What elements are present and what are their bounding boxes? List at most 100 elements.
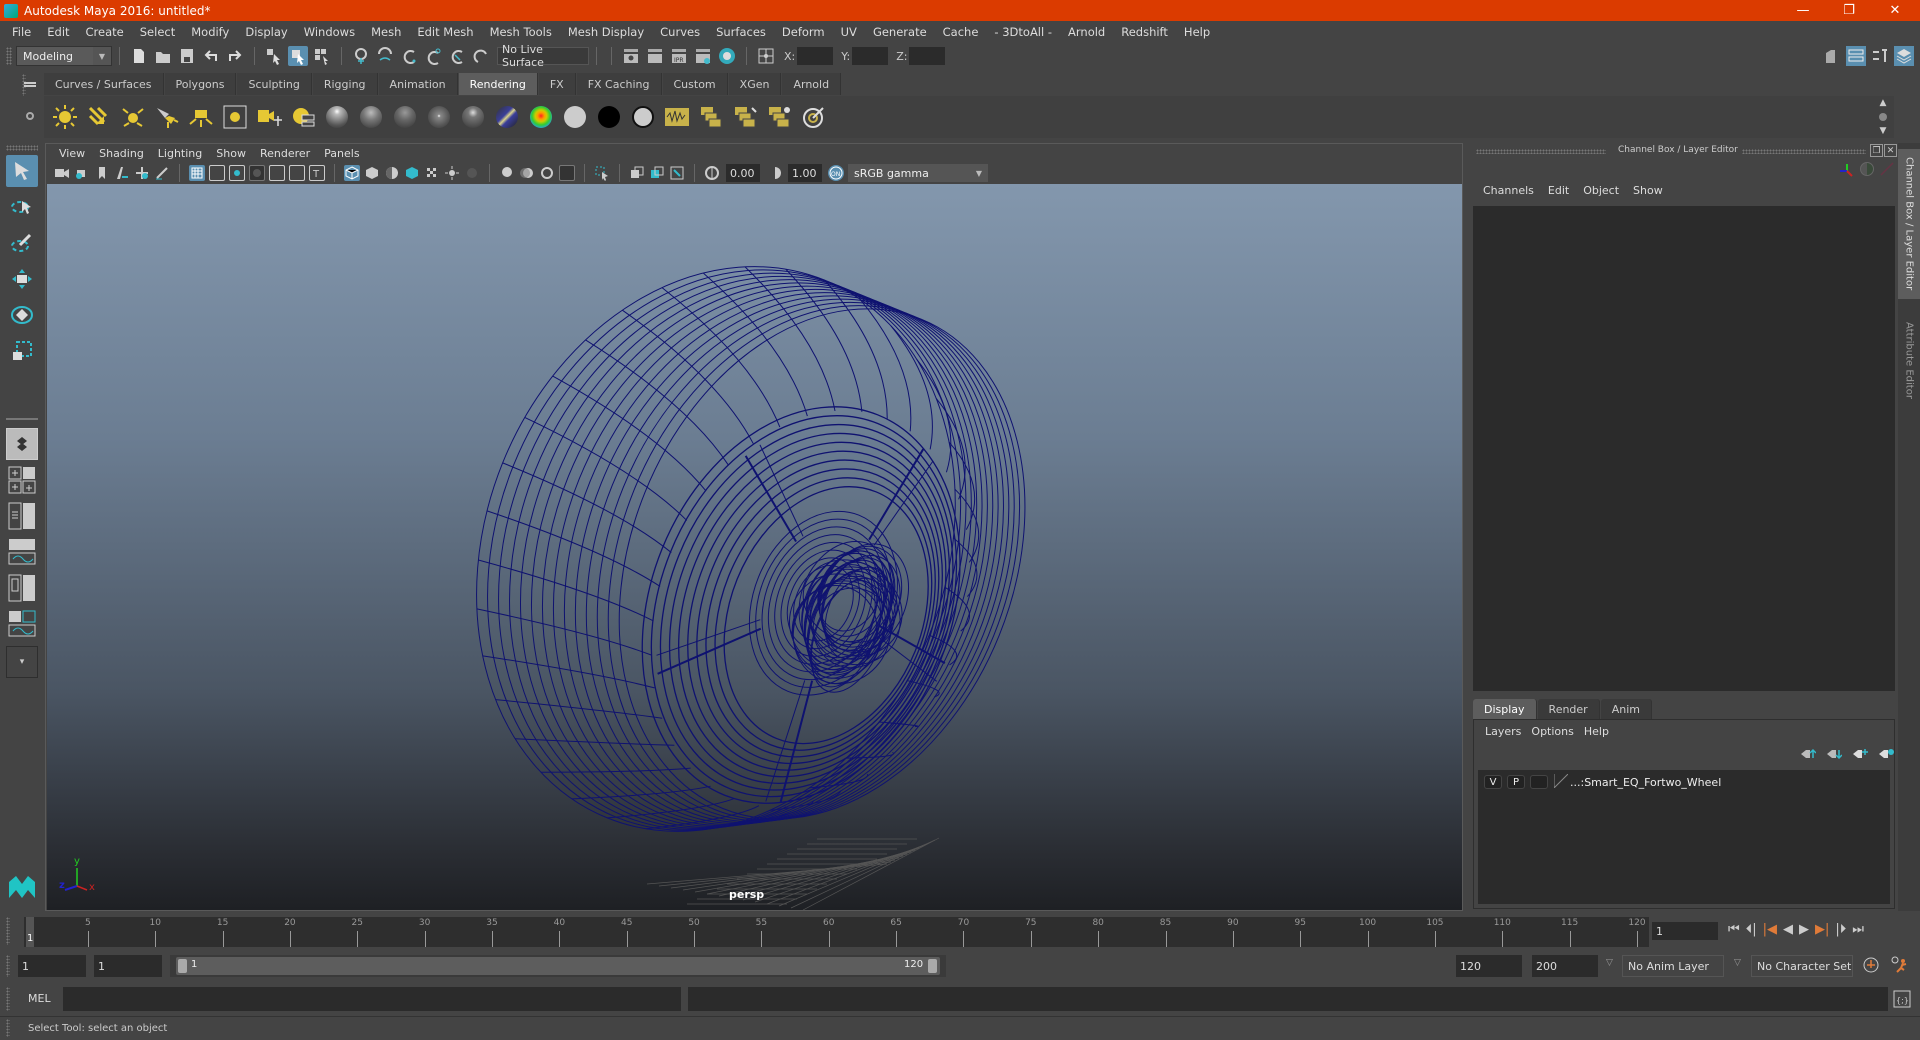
render-current-frame-icon[interactable] [645, 46, 665, 66]
menu-select[interactable]: Select [132, 25, 183, 39]
close-button[interactable]: ✕ [1872, 0, 1918, 21]
shelf-scroll[interactable]: ▲ ▼ [1876, 98, 1890, 136]
snap-to-projected-center-icon[interactable] [423, 46, 443, 66]
hypershade-persp-layout-icon[interactable] [6, 572, 38, 604]
new-scene-icon[interactable] [129, 46, 149, 66]
grid-toggle-icon[interactable] [189, 165, 205, 181]
default-material-icon[interactable] [384, 165, 400, 181]
redo-icon[interactable] [225, 46, 245, 66]
bookmark-icon[interactable] [94, 165, 110, 181]
menu-generate[interactable]: Generate [865, 25, 935, 39]
shelf-tab-animation[interactable]: Animation [378, 73, 458, 95]
step-forward-key-icon[interactable]: |⏵ [1835, 922, 1846, 937]
playback-start-field[interactable]: 1 [94, 955, 162, 977]
render-settings-icon[interactable] [693, 46, 713, 66]
grease-pencil-icon[interactable] [154, 165, 170, 181]
menu-display[interactable]: Display [237, 25, 295, 39]
snap-to-view-plane-icon[interactable] [447, 46, 467, 66]
ramp-shader-icon[interactable] [493, 102, 521, 132]
use-background-icon[interactable] [629, 102, 657, 132]
modeling-toolkit-icon[interactable] [1846, 46, 1866, 66]
shelf-options-icon[interactable] [26, 112, 34, 120]
create-camera-icon[interactable] [289, 102, 317, 132]
shelf-tab-sculpting[interactable]: Sculpting [237, 73, 312, 95]
layer-tab-anim[interactable]: Anim [1600, 699, 1652, 719]
shelf-tab-fx-caching[interactable]: FX Caching [576, 73, 662, 95]
edit-menu[interactable]: Edit [1541, 184, 1576, 197]
chevron-down-icon[interactable]: ▽ [1606, 958, 1613, 968]
x-field[interactable] [797, 47, 834, 65]
spot-light-icon[interactable] [153, 102, 181, 132]
input-line-mode-icon[interactable] [756, 46, 776, 66]
open-scene-icon[interactable] [153, 46, 173, 66]
render-layer-icon[interactable] [697, 102, 725, 132]
menu-mesh[interactable]: Mesh [363, 25, 409, 39]
menu-uv[interactable]: UV [833, 25, 865, 39]
time-slider-track[interactable]: 5 10 15 20 25 30 35 40 45 50 55 60 65 70 75 80 85 90 95 100… [24, 917, 1649, 947]
viewport-menu-shading[interactable]: Shading [92, 147, 151, 160]
step-back-key-icon[interactable]: ⏴| [1746, 922, 1757, 937]
shadows-icon[interactable] [464, 165, 480, 181]
exposure-field[interactable]: 0.00 [726, 164, 760, 182]
select-by-hierarchy-icon[interactable] [264, 46, 284, 66]
xray-joints-icon[interactable] [669, 165, 685, 181]
layer-playback-toggle[interactable]: P [1507, 775, 1525, 789]
script-editor-icon[interactable]: {;} [1892, 988, 1912, 1013]
phong-sphere-icon[interactable] [391, 102, 419, 132]
ipr-layer-icon[interactable] [765, 102, 793, 132]
snap-to-point-icon[interactable] [399, 46, 419, 66]
scale-tool-icon[interactable] [6, 335, 38, 367]
hypershade-icon[interactable] [717, 46, 737, 66]
close-panel-icon[interactable]: ✕ [1884, 144, 1897, 157]
select-by-object-icon[interactable] [288, 46, 308, 66]
color-management-toggle-icon[interactable]: ON [828, 165, 844, 181]
camera-attributes-icon[interactable] [74, 165, 90, 181]
menu-arnold[interactable]: Arnold [1060, 25, 1113, 39]
y-field[interactable] [852, 47, 889, 65]
isolate-select-icon[interactable] [594, 165, 610, 181]
depth-of-field-icon[interactable] [559, 165, 575, 181]
view-transform-dropdown[interactable]: sRGB gamma ▼ [848, 164, 988, 182]
viewport-menu-lighting[interactable]: Lighting [151, 147, 209, 160]
menu-surfaces[interactable]: Surfaces [708, 25, 774, 39]
current-frame-field[interactable]: 1 [1652, 922, 1718, 940]
smooth-shade-icon[interactable] [364, 165, 380, 181]
go-to-end-icon[interactable]: ⏭ [1852, 922, 1864, 937]
save-scene-icon[interactable] [177, 46, 197, 66]
speed-icon[interactable] [1860, 162, 1874, 176]
four-view-layout-icon[interactable] [6, 464, 38, 496]
step-back-frame-icon[interactable]: |◀ [1763, 922, 1777, 937]
gamma-icon[interactable] [766, 165, 782, 181]
use-all-lights-icon[interactable] [444, 165, 460, 181]
gate-mask-icon[interactable] [249, 165, 265, 181]
field-chart-icon[interactable] [269, 165, 285, 181]
xray-active-components-icon[interactable] [649, 165, 665, 181]
two-d-pan-zoom-icon[interactable] [134, 165, 150, 181]
persp-graph-layout-icon[interactable] [6, 536, 38, 568]
side-tab-channel-box[interactable]: Channel Box / Layer Editor [1898, 149, 1920, 299]
menu-help[interactable]: Help [1176, 25, 1218, 39]
play-backwards-icon[interactable]: ◀ [1783, 922, 1793, 937]
float-panel-icon[interactable]: ❐ [1870, 144, 1883, 157]
lasso-tool-icon[interactable] [6, 191, 38, 223]
render-view-icon[interactable] [731, 102, 759, 132]
surface-shader-white-icon[interactable] [561, 102, 589, 132]
shelf-tab-rendering[interactable]: Rendering [458, 73, 538, 95]
single-perspective-layout-icon[interactable] [6, 428, 38, 460]
layer-tab-render[interactable]: Render [1537, 699, 1600, 719]
layer-display-type-toggle[interactable] [1530, 775, 1548, 789]
blinn-sphere-icon[interactable] [323, 102, 351, 132]
anim-layer-dropdown[interactable]: No Anim Layer [1622, 955, 1724, 977]
mel-label[interactable]: MEL [28, 992, 51, 1005]
menu-create[interactable]: Create [78, 25, 132, 39]
film-gate-icon[interactable] [209, 165, 225, 181]
shelf-tab-fx[interactable]: FX [538, 73, 576, 95]
auto-key-icon[interactable] [1862, 956, 1880, 977]
channels-menu[interactable]: Channels [1476, 184, 1541, 197]
menu-file[interactable]: File [4, 25, 39, 39]
side-tab-attribute-editor[interactable]: Attribute Editor [1898, 305, 1920, 415]
restore-button[interactable]: ❐ [1826, 0, 1872, 21]
open-render-view-icon[interactable] [621, 46, 641, 66]
wireframe-icon[interactable] [344, 165, 360, 181]
select-by-component-icon[interactable] [312, 46, 332, 66]
